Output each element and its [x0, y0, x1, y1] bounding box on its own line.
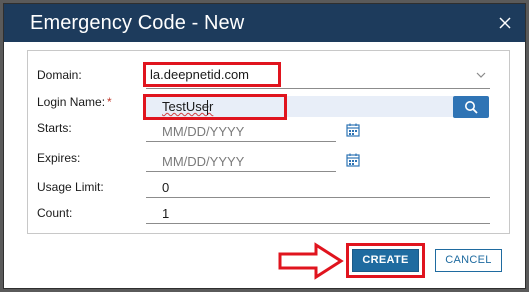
expires-label: Expires:	[37, 151, 81, 165]
calendar-icon[interactable]	[346, 153, 360, 167]
starts-input[interactable]: MM/DD/YYYY	[162, 124, 244, 139]
search-icon	[465, 101, 478, 114]
required-marker: *	[107, 95, 112, 109]
usage-limit-underline	[146, 197, 490, 198]
count-label: Count:	[37, 206, 73, 220]
domain-highlight	[143, 62, 281, 87]
dialog-title: Emergency Code - New	[30, 12, 245, 34]
dialog-titlebar: Emergency Code - New	[4, 4, 525, 42]
count-underline	[146, 223, 490, 224]
starts-label: Starts:	[37, 121, 72, 135]
chevron-down-icon[interactable]	[476, 71, 486, 79]
close-icon[interactable]	[498, 16, 512, 30]
calendar-icon[interactable]	[346, 123, 360, 137]
usage-limit-label: Usage Limit:	[37, 180, 104, 194]
count-input[interactable]: 1	[162, 206, 169, 221]
login-name-label: Login Name: *	[37, 95, 112, 109]
domain-underline	[146, 88, 490, 89]
usage-limit-input[interactable]: 0	[162, 180, 169, 195]
login-name-label-text: Login Name:	[37, 95, 106, 109]
create-button[interactable]: CREATE	[352, 249, 419, 272]
login-name-highlight	[143, 94, 287, 120]
expires-input[interactable]: MM/DD/YYYY	[162, 154, 244, 169]
right-arrow-icon	[278, 242, 344, 280]
cancel-button[interactable]: CANCEL	[435, 249, 502, 272]
domain-label: Domain:	[37, 68, 82, 82]
expires-underline	[146, 171, 336, 172]
search-button[interactable]	[453, 96, 489, 118]
starts-underline	[146, 141, 336, 142]
